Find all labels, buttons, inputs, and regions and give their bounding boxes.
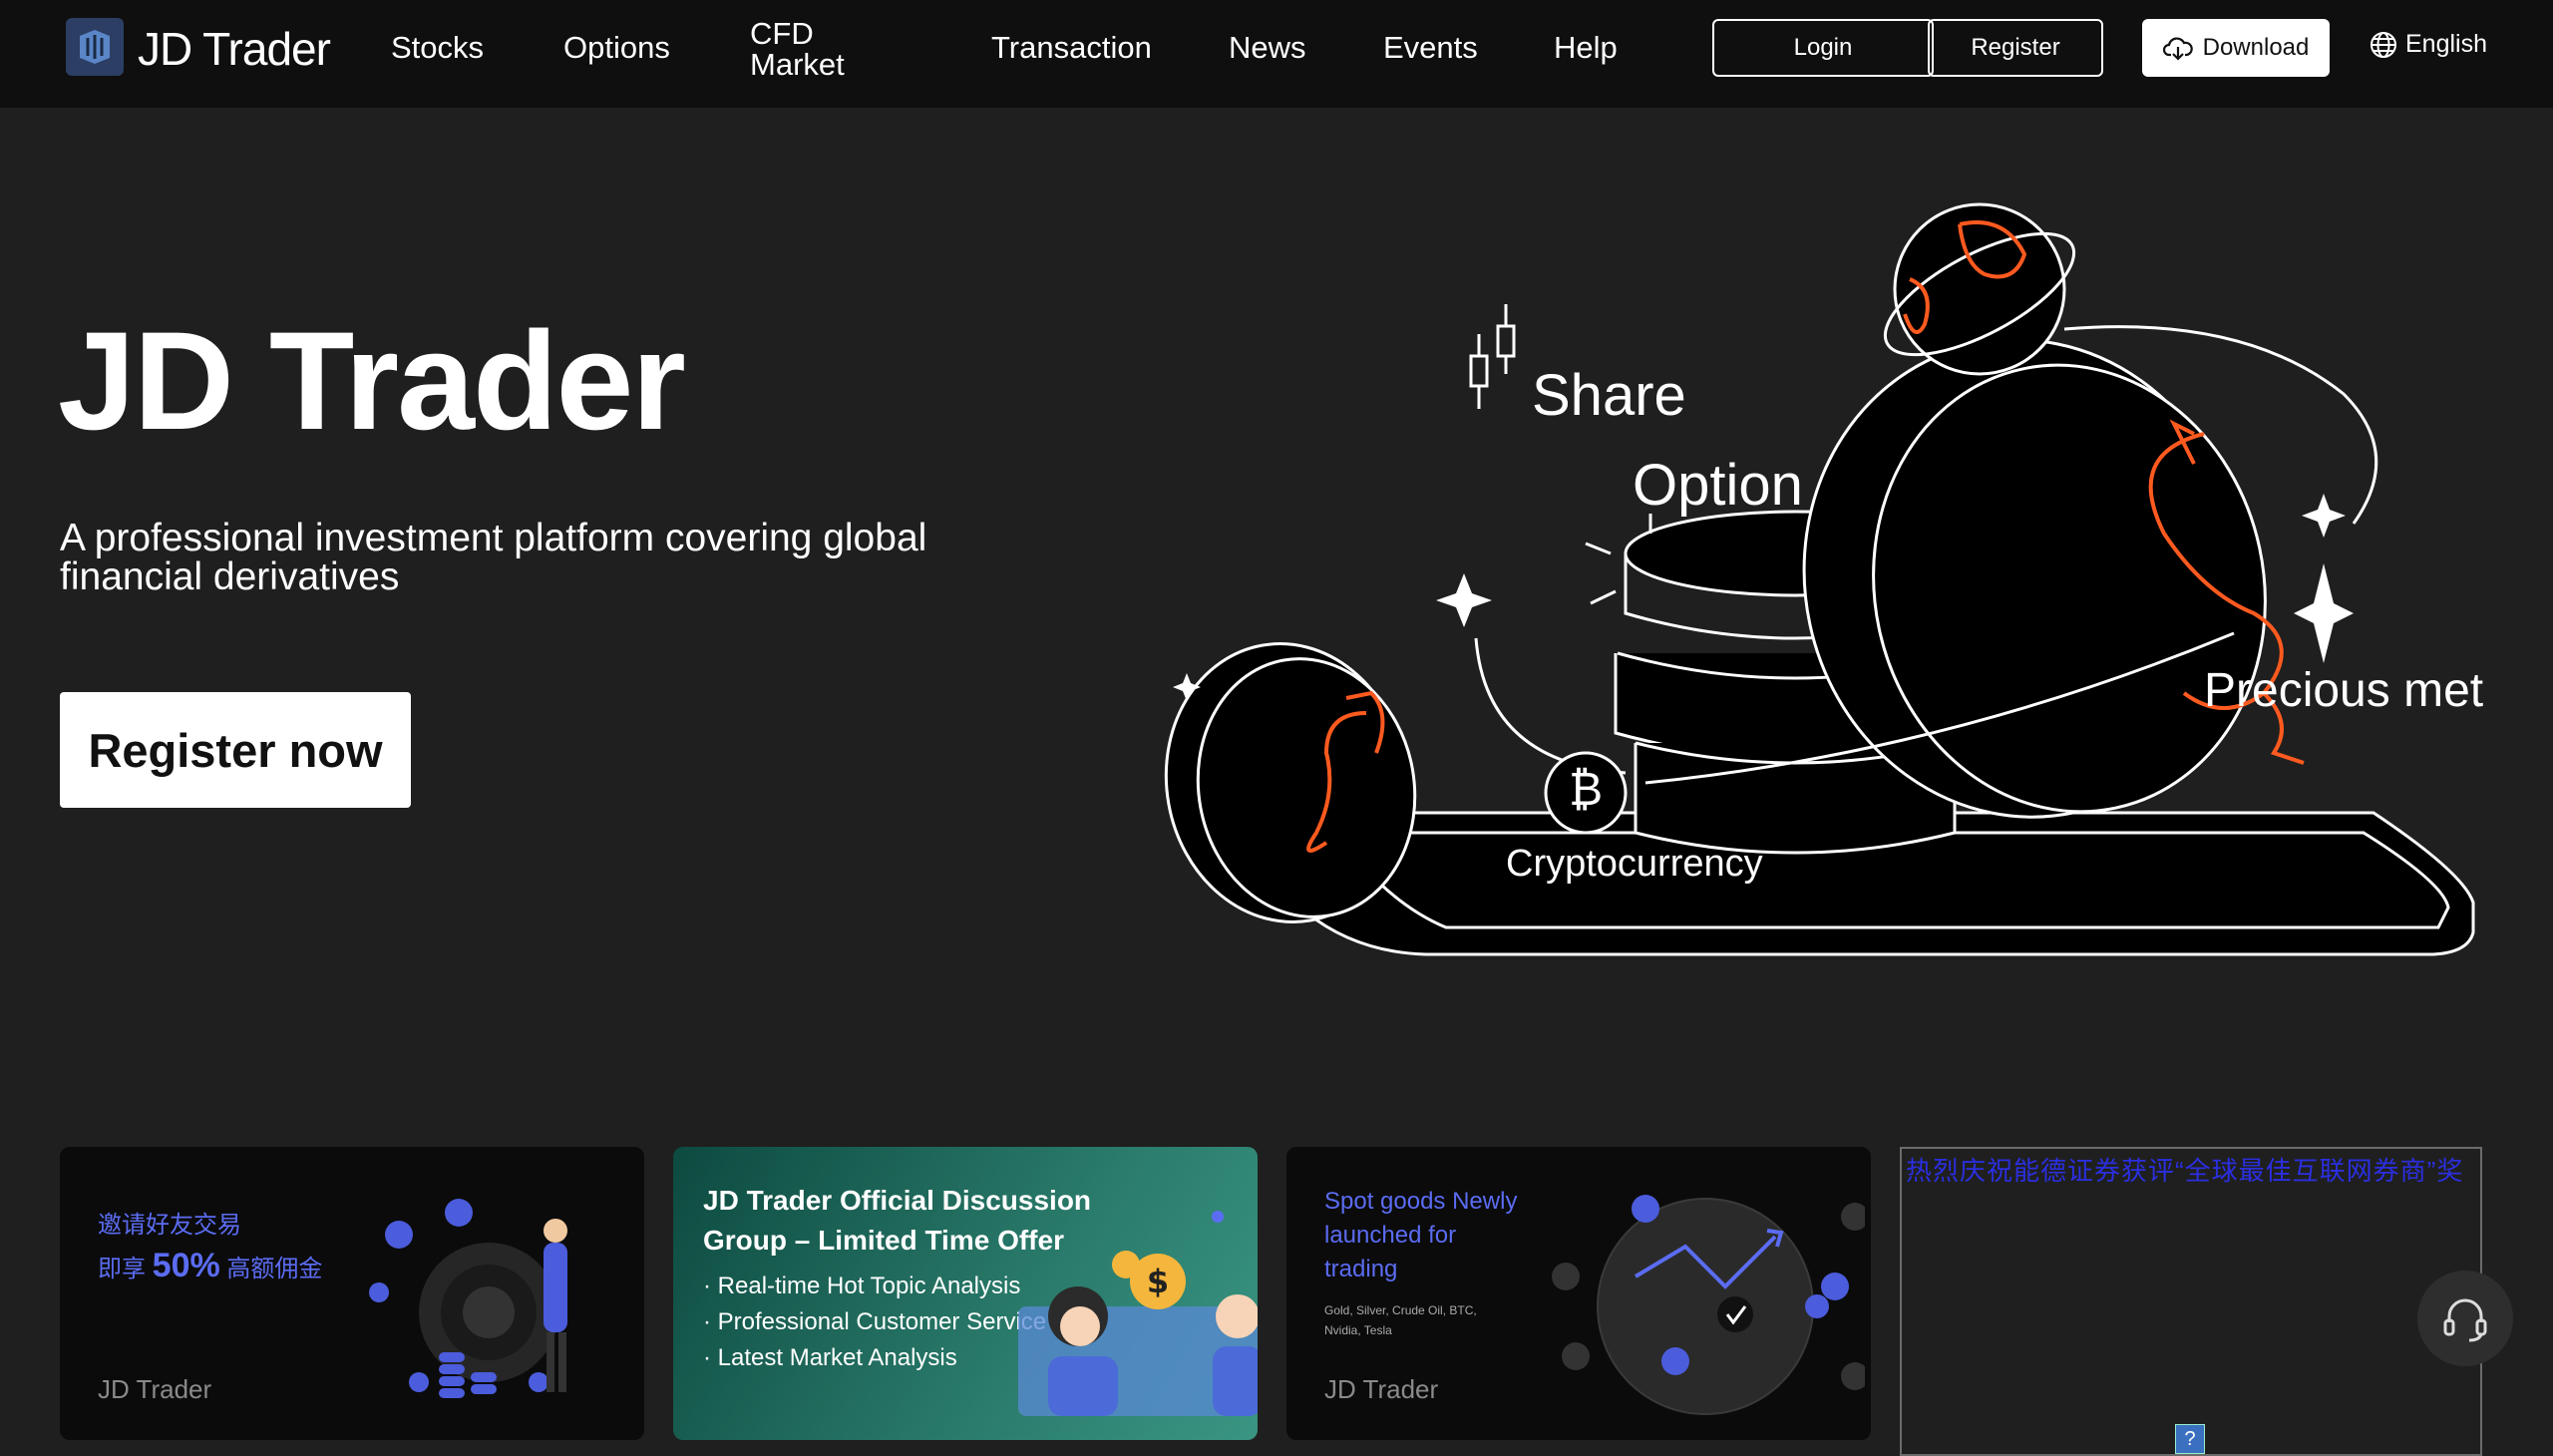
logo-icon [66, 18, 124, 76]
svg-text:$: $ [1147, 1263, 1169, 1300]
login-button[interactable]: Login [1712, 19, 1934, 77]
globe-icon [2371, 31, 2396, 58]
cloud-download-icon [2162, 37, 2193, 61]
target-illustration [369, 1199, 567, 1398]
invite-percent: 50% [152, 1247, 220, 1284]
language-selector[interactable]: English [2370, 30, 2487, 59]
invite-friends-card[interactable]: 邀请好友交易 即享 50% 高额佣金 JD Trader [60, 1147, 644, 1440]
customer-support-button[interactable] [2417, 1271, 2513, 1366]
spot-title: Spot goods Newly launched for trading [1324, 1188, 1518, 1282]
broken-image-icon: ? [2175, 1424, 2205, 1454]
download-button[interactable]: Download [2142, 19, 2330, 77]
nav-news[interactable]: News [1229, 30, 1306, 66]
register-now-button[interactable]: Register now [60, 692, 411, 808]
label-cryptocurrency: Cryptocurrency [1506, 843, 1763, 885]
hero-illustration: ₿ Share Option Precious met Cryptocurren… [1147, 194, 2493, 992]
headset-icon [2443, 1298, 2487, 1342]
invite-line1: 邀请好友交易 [98, 1212, 241, 1239]
register-button[interactable]: Register [1928, 19, 2103, 77]
top-navigation: JD Trader Stocks Options CFD Market Tran… [0, 0, 2553, 108]
invite-suffix: 高额佣金 [219, 1256, 323, 1282]
news-banner-link[interactable]: 热烈庆祝能德证券获评“全球最佳互联网券商”奖 [1906, 1151, 2463, 1188]
nav-help[interactable]: Help [1554, 30, 1618, 66]
spot-goods-card[interactable]: Spot goods Newly launched for trading Go… [1286, 1147, 1871, 1440]
nav-cfd-line1: CFD [750, 16, 814, 51]
label-precious-metals: Precious met [2204, 664, 2484, 717]
download-label: Download [2202, 34, 2310, 61]
label-share: Share [1532, 363, 1686, 428]
hero-subtitle: A professional investment platform cover… [60, 517, 927, 598]
nav-stocks[interactable]: Stocks [391, 30, 484, 66]
spot-assets: Gold, Silver, Crude Oil, BTC, Nvidia, Te… [1324, 1303, 1477, 1337]
spot-card-brand: JD Trader [1324, 1374, 1439, 1404]
nav-cfd-line2: Market [750, 47, 845, 82]
invite-card-brand: JD Trader [98, 1374, 212, 1404]
brand-name: JD Trader [138, 23, 331, 75]
news-banner-broken-image[interactable]: 热烈庆祝能德证券获评“全球最佳互联网券商”奖 ? [1900, 1147, 2482, 1456]
bitcoin-icon: ₿ [1569, 762, 1603, 816]
discussion-group-card[interactable]: JD Trader Official Discussion Group – Li… [673, 1147, 1258, 1440]
nav-cfd-market[interactable]: CFD Market [750, 18, 870, 80]
people-illustration: $ [1018, 1211, 1258, 1416]
label-option: Option [1633, 453, 1803, 518]
invite-line2: 即享 50% 高额佣金 [98, 1247, 322, 1285]
hero-title: JD Trader [58, 302, 686, 459]
globe-trade-illustration [1552, 1195, 1865, 1415]
finance-illustration: ₿ [1164, 202, 2475, 956]
invite-prefix: 即享 [98, 1256, 153, 1282]
nav-transaction[interactable]: Transaction [991, 30, 1152, 66]
nav-events[interactable]: Events [1383, 30, 1478, 66]
language-label: English [2405, 30, 2487, 58]
nav-options[interactable]: Options [563, 30, 670, 66]
